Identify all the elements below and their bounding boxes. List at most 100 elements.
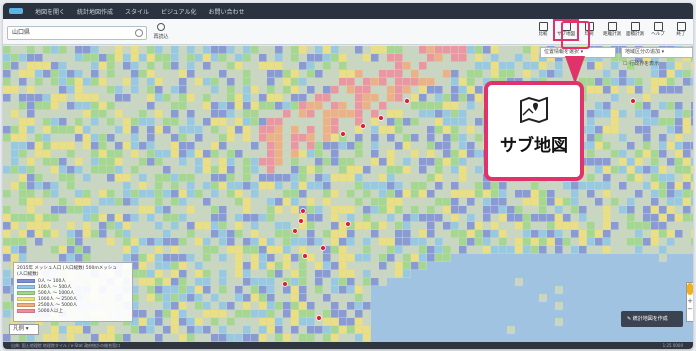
mesh-cell bbox=[91, 214, 99, 222]
area-icon bbox=[630, 22, 640, 31]
mesh-cell bbox=[91, 54, 99, 62]
compare-button[interactable]: 比較 bbox=[533, 22, 553, 38]
sea-cell bbox=[491, 278, 499, 286]
menu-item-style[interactable]: スタイル bbox=[125, 7, 149, 16]
exit-button[interactable]: 終了 bbox=[671, 22, 691, 38]
search-input[interactable]: 山口県 bbox=[7, 26, 147, 40]
mesh-cell bbox=[475, 70, 483, 78]
mesh-cell bbox=[419, 86, 427, 94]
mesh-cell bbox=[283, 198, 291, 206]
mesh-cell bbox=[299, 110, 307, 118]
mesh-cell bbox=[291, 278, 299, 286]
mesh-cell bbox=[243, 238, 251, 246]
menu-item-contact[interactable]: お問い合わせ bbox=[208, 7, 244, 16]
mesh-cell bbox=[171, 214, 179, 222]
sub-map-button[interactable]: サブ地図 bbox=[553, 19, 579, 41]
mesh-cell bbox=[259, 246, 267, 254]
mesh-cell bbox=[267, 174, 275, 182]
mesh-cell bbox=[675, 102, 683, 110]
menu-item-open-map[interactable]: 地図を開く bbox=[35, 7, 65, 16]
mesh-cell bbox=[203, 94, 211, 102]
mesh-cell bbox=[331, 158, 339, 166]
street-view-icon[interactable] bbox=[687, 283, 693, 295]
mesh-cell bbox=[275, 150, 283, 158]
menu-item-visualize[interactable]: ビジュアル化 bbox=[161, 7, 196, 16]
mesh-cell bbox=[323, 334, 331, 342]
map-canvas[interactable]: 位置情報を選択 ▾ 地域区分の追加 ▾ ☐ 行政界を表示 2015年 メッシュ人… bbox=[3, 46, 693, 342]
region-dropdown[interactable]: 地域区分の追加 ▾ bbox=[621, 47, 693, 58]
print-button[interactable]: 印刷 bbox=[579, 22, 599, 38]
sea-cell bbox=[547, 334, 555, 342]
mesh-cell bbox=[235, 214, 243, 222]
sea-cell bbox=[611, 254, 619, 262]
sea-cell bbox=[595, 254, 603, 262]
zoom-control[interactable]: + − bbox=[686, 282, 693, 322]
mesh-cell bbox=[283, 86, 291, 94]
search-icon[interactable] bbox=[135, 29, 143, 37]
menu-item-stat-map[interactable]: 統計地図作成 bbox=[77, 7, 113, 16]
mesh-cell bbox=[619, 70, 627, 78]
legend-toggle-button[interactable]: 凡例 ▾ bbox=[9, 324, 39, 335]
sea-cell bbox=[515, 254, 523, 262]
mesh-cell bbox=[491, 198, 499, 206]
mesh-cell bbox=[323, 182, 331, 190]
mesh-cell bbox=[339, 78, 347, 86]
mesh-cell bbox=[187, 118, 195, 126]
mesh-cell bbox=[67, 102, 75, 110]
measure-distance-button[interactable]: 距離計測 bbox=[602, 22, 622, 38]
zoom-out-button[interactable]: − bbox=[687, 305, 693, 313]
sea-cell bbox=[595, 286, 603, 294]
sea-cell bbox=[507, 334, 515, 342]
mesh-cell bbox=[603, 70, 611, 78]
mesh-cell bbox=[211, 182, 219, 190]
mesh-cell bbox=[427, 246, 435, 254]
mesh-cell bbox=[171, 142, 179, 150]
mesh-cell bbox=[67, 86, 75, 94]
mesh-cell bbox=[291, 102, 299, 110]
mesh-cell bbox=[211, 174, 219, 182]
mesh-cell bbox=[155, 286, 163, 294]
mesh-cell bbox=[27, 70, 35, 78]
mesh-cell bbox=[107, 62, 115, 70]
mesh-cell bbox=[147, 286, 155, 294]
sea-cell bbox=[571, 294, 579, 302]
mesh-cell bbox=[467, 190, 475, 198]
mesh-cell bbox=[315, 150, 323, 158]
sea-cell bbox=[427, 334, 435, 342]
mesh-cell bbox=[251, 118, 259, 126]
mesh-cell bbox=[203, 246, 211, 254]
mesh-cell bbox=[219, 310, 227, 318]
mesh-cell bbox=[587, 150, 595, 158]
sea-cell bbox=[595, 294, 603, 302]
mesh-cell bbox=[3, 310, 11, 318]
mesh-cell bbox=[43, 150, 51, 158]
station-marker bbox=[404, 98, 410, 104]
zoom-in-button[interactable]: + bbox=[687, 297, 693, 305]
mesh-cell bbox=[371, 278, 379, 286]
reload-button[interactable]: 再読込 bbox=[151, 23, 171, 40]
mesh-cell bbox=[283, 230, 291, 238]
mesh-cell bbox=[643, 182, 651, 190]
mesh-cell bbox=[3, 270, 11, 278]
mesh-cell bbox=[651, 222, 659, 230]
location-dropdown[interactable]: 位置情報を選択 ▾ bbox=[540, 47, 616, 58]
mesh-cell bbox=[667, 118, 675, 126]
create-stat-map-button[interactable]: ✎ 統計地図を作成 bbox=[621, 311, 683, 327]
sea-cell bbox=[499, 294, 507, 302]
boundary-checkbox[interactable]: ☐ 行政界を表示 bbox=[623, 60, 659, 67]
sea-cell bbox=[523, 294, 531, 302]
mesh-cell bbox=[627, 174, 635, 182]
measure-area-button[interactable]: 面積計測 bbox=[625, 22, 645, 38]
mesh-cell bbox=[643, 118, 651, 126]
sea-cell bbox=[571, 318, 579, 326]
help-button[interactable]: ヘルプ bbox=[648, 22, 668, 38]
mesh-cell bbox=[99, 150, 107, 158]
mesh-cell bbox=[363, 214, 371, 222]
mesh-cell bbox=[315, 262, 323, 270]
mesh-cell bbox=[187, 174, 195, 182]
mesh-cell bbox=[171, 182, 179, 190]
mesh-cell bbox=[107, 174, 115, 182]
mesh-cell bbox=[259, 118, 267, 126]
mesh-cell bbox=[43, 134, 51, 142]
mesh-cell bbox=[115, 166, 123, 174]
